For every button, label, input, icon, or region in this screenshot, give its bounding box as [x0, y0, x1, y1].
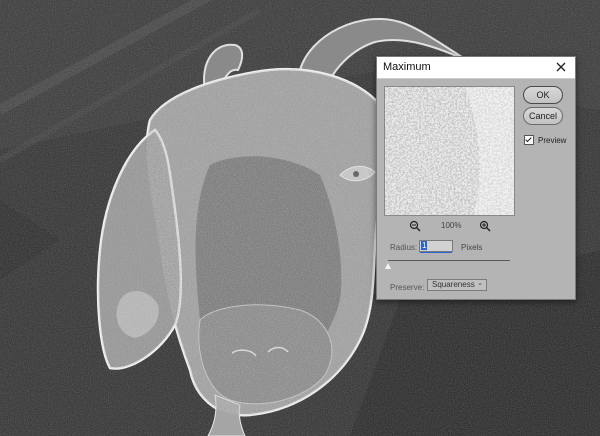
preserve-label: Preserve:: [390, 283, 425, 292]
dialog-title: Maximum: [383, 61, 431, 73]
radius-slider-track[interactable]: [388, 260, 510, 261]
radius-input-focus-underline: [420, 252, 452, 253]
zoom-in-icon[interactable]: [479, 219, 491, 232]
zoom-controls: 100%: [409, 219, 491, 232]
preserve-selected-value: Squareness: [432, 280, 475, 289]
zoom-out-icon[interactable]: [409, 219, 421, 232]
radius-label: Radius:: [390, 243, 418, 252]
dialog-titlebar[interactable]: Maximum: [377, 57, 575, 79]
radius-input[interactable]: 1: [419, 240, 453, 253]
maximum-dialog: Maximum OK Cancel Preview 100% Radius: 1…: [376, 56, 576, 300]
filter-preview-pane[interactable]: [384, 86, 515, 216]
preview-toggle[interactable]: Preview: [524, 135, 566, 145]
cancel-button[interactable]: Cancel: [523, 107, 563, 125]
zoom-level: 100%: [441, 220, 462, 230]
ok-button[interactable]: OK: [523, 86, 563, 104]
radius-unit: Pixels: [461, 243, 483, 252]
preview-image: [385, 87, 514, 215]
radius-slider-thumb[interactable]: [385, 263, 391, 269]
chevron-down-icon: ⌄: [477, 280, 483, 287]
close-icon[interactable]: [553, 59, 569, 75]
preview-label: Preview: [538, 135, 567, 145]
preview-checkbox[interactable]: [524, 135, 534, 145]
radius-value: 1: [421, 241, 428, 250]
preserve-select[interactable]: Squareness ⌄: [427, 279, 487, 291]
